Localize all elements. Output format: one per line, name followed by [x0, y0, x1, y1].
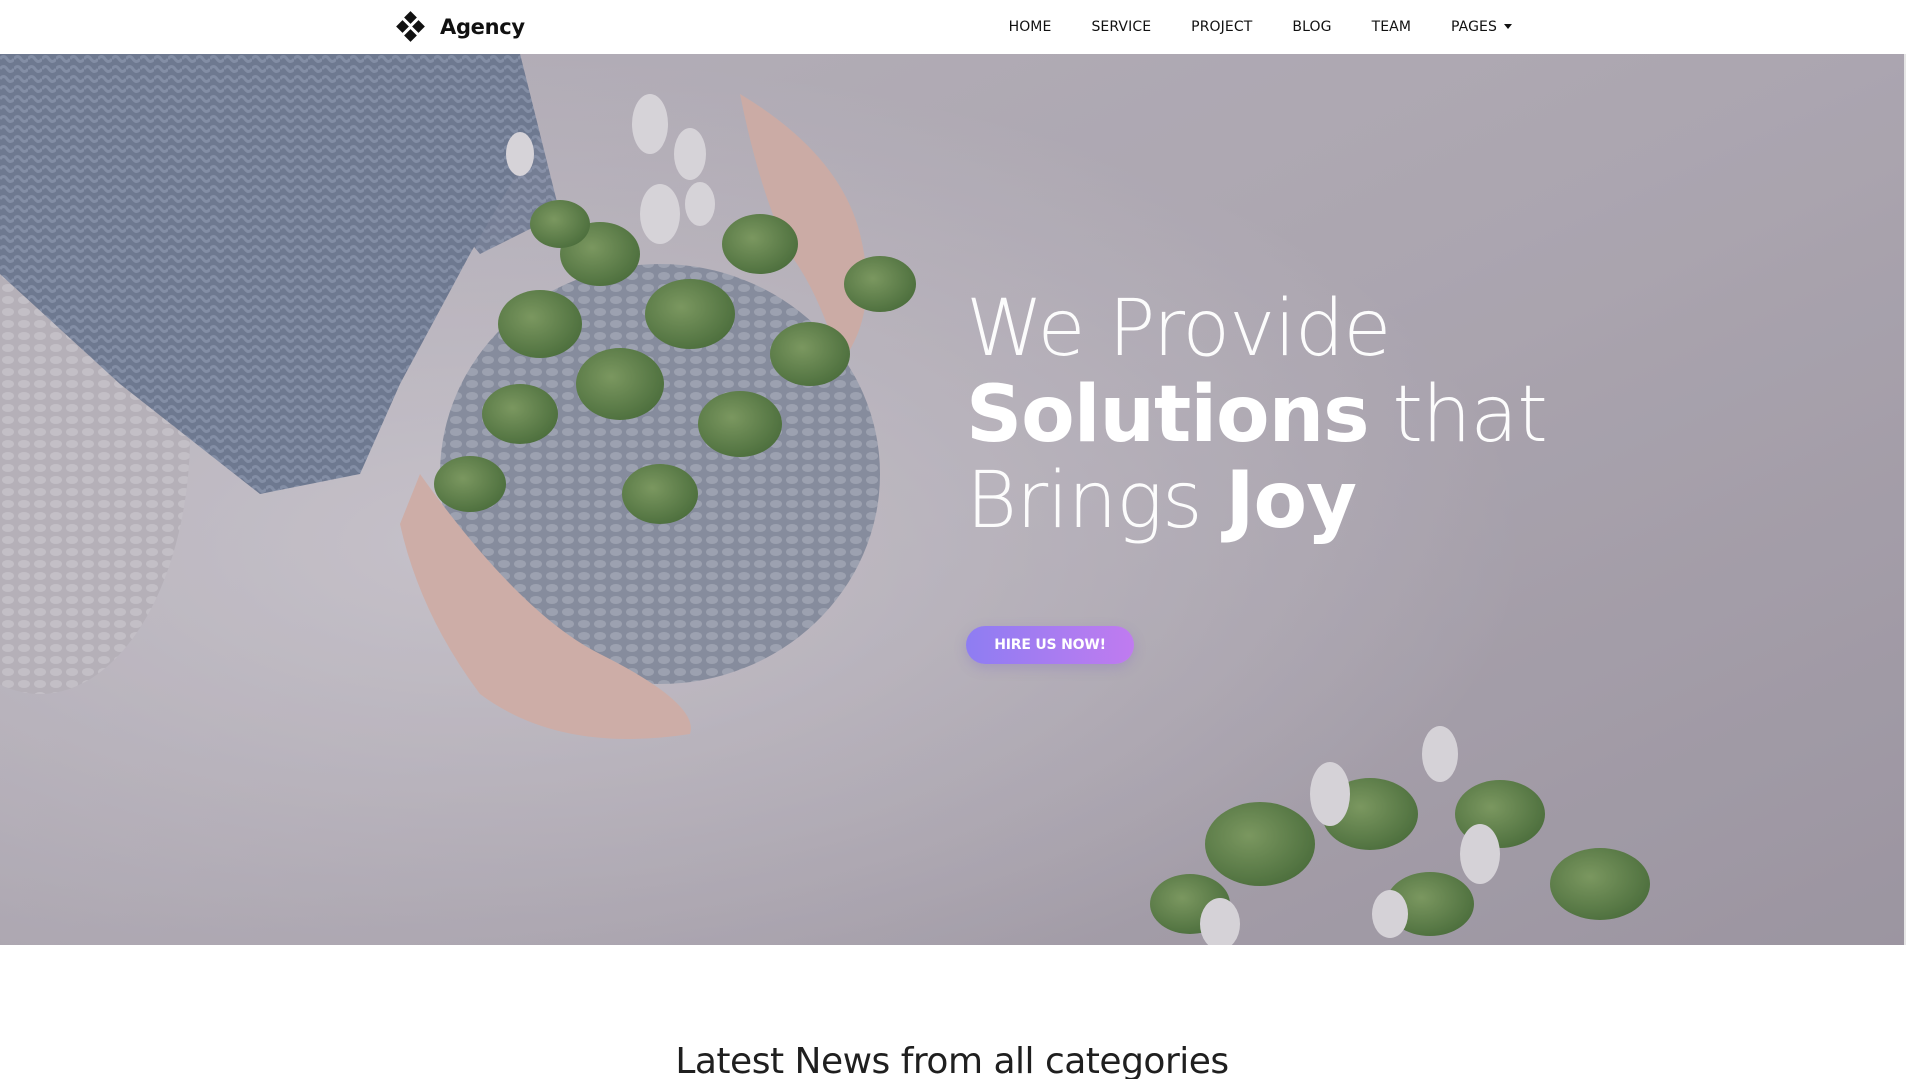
hero-section	[0, 54, 1904, 945]
nav-blog[interactable]: BLOG	[1272, 0, 1351, 54]
hire-us-button[interactable]: HIRE US NOW!	[966, 626, 1134, 664]
headline-line-3: Brings Joy	[966, 458, 1526, 544]
nav-team[interactable]: TEAM	[1352, 0, 1431, 54]
main-nav: HOME SERVICE PROJECT BLOG TEAM PAGES	[989, 0, 1516, 54]
nav-home[interactable]: HOME	[989, 0, 1072, 54]
headline-that: that	[1392, 370, 1547, 460]
nav-pages-label: PAGES	[1451, 19, 1497, 35]
news-section: Latest News from all categories	[0, 945, 1904, 1079]
headline-solutions: Solutions	[966, 370, 1370, 460]
headline-we-provide: We Provide	[966, 284, 1391, 374]
headline-brings: Brings	[966, 456, 1203, 546]
hero-overlay	[0, 54, 1904, 945]
news-section-title: Latest News from all categories	[675, 1041, 1229, 1079]
diamond-cluster-icon	[396, 11, 425, 42]
brand-link[interactable]: Agency	[396, 11, 525, 43]
navbar: Agency HOME SERVICE PROJECT BLOG TEAM PA…	[0, 0, 1906, 54]
nav-service[interactable]: SERVICE	[1071, 0, 1171, 54]
hero-headline: We Provide Solutions that Brings Joy	[966, 286, 1548, 544]
headline-joy: Joy	[1225, 456, 1357, 546]
nav-pages-dropdown[interactable]: PAGES	[1431, 0, 1516, 54]
brand-name: Agency	[440, 15, 525, 39]
nav-project[interactable]: PROJECT	[1171, 0, 1272, 54]
headline-line-1: We Provide	[966, 286, 1526, 372]
caret-down-icon	[1504, 23, 1512, 29]
headline-line-2: Solutions that	[966, 370, 1548, 460]
